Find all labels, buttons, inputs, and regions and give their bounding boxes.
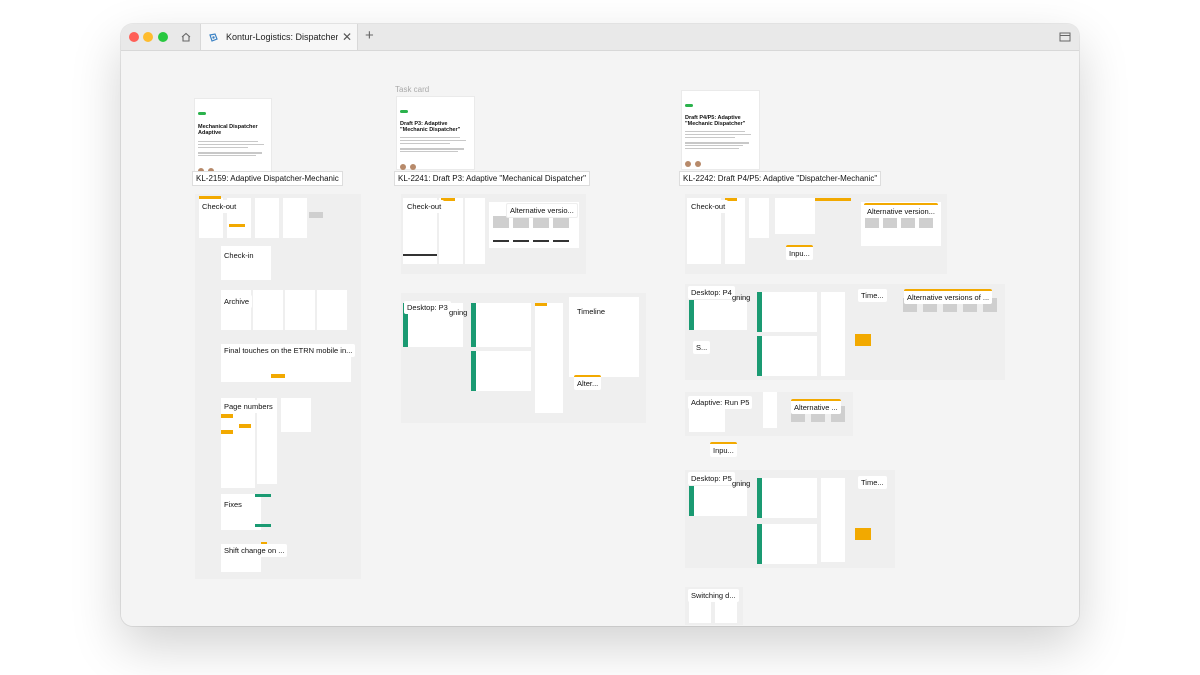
close-tab-icon[interactable]: ✕ xyxy=(342,30,352,44)
zoom-window-button[interactable] xyxy=(158,32,168,42)
section-label-adaptive-run-p5[interactable]: Adaptive: Run P5 xyxy=(688,396,753,409)
frame-label-kl-2242[interactable]: KL-2242: Draft P4/P5: Adaptive "Dispatch… xyxy=(679,171,882,186)
task-card-title: Mechanical Dispatcher Adaptive xyxy=(198,124,258,136)
section-label-final-touches[interactable]: Final touches on the ETRN mobile in... xyxy=(221,344,356,357)
browser-window: Kontur-Logistics: Dispatcher-mec ✕ + Tas… xyxy=(121,24,1079,626)
section-label-alternative[interactable]: Alternative ... xyxy=(791,399,841,414)
design-canvas[interactable]: Task card Mechanical Dispatcher Adaptive… xyxy=(121,51,1079,626)
task-card-2[interactable]: Draft P3: Adaptive "Mechanic Dispatcher" xyxy=(397,97,474,171)
task-card-title: Draft P3: Adaptive "Mechanic Dispatcher" xyxy=(400,121,461,133)
section-label-timeline[interactable]: Timeline xyxy=(574,305,609,318)
sidebar-toggle-icon[interactable] xyxy=(1059,30,1071,42)
tab-title: Kontur-Logistics: Dispatcher-mec xyxy=(226,32,338,42)
home-icon[interactable] xyxy=(175,27,197,47)
task-card-3[interactable]: Draft P4/P5: Adaptive "Mechanic Dispatch… xyxy=(682,91,759,169)
column-1-frame-group xyxy=(195,194,361,579)
section-label-input[interactable]: Inpu... xyxy=(786,245,813,260)
section-label-desktop-p4[interactable]: Desktop: P4 xyxy=(688,286,735,299)
section-label-timeline[interactable]: Time... xyxy=(858,476,887,489)
avatar xyxy=(695,161,702,168)
task-card-title: Draft P4/P5: Adaptive "Mechanic Dispatch… xyxy=(685,115,746,127)
new-tab-button[interactable]: + xyxy=(365,27,374,44)
section-label-alternatives[interactable]: Alter... xyxy=(574,375,602,390)
section-label-desktop-p3[interactable]: Desktop: P3 xyxy=(404,301,451,314)
section-label-alternative-version[interactable]: Alternative version... xyxy=(864,203,938,218)
title-bar: Kontur-Logistics: Dispatcher-mec ✕ + xyxy=(121,24,1079,51)
section-label-timeline[interactable]: Time... xyxy=(858,289,887,302)
close-window-button[interactable] xyxy=(129,32,139,42)
section-label-archive[interactable]: Archive xyxy=(221,295,253,308)
avatar xyxy=(685,161,691,168)
task-card-1[interactable]: Mechanical Dispatcher Adaptive xyxy=(195,99,271,175)
section-label-fixes[interactable]: Fixes xyxy=(221,498,245,511)
section-label-alternative-versions[interactable]: Alternative versio... xyxy=(506,203,578,218)
task-card-caption: Task card xyxy=(395,85,430,94)
avatar xyxy=(400,164,406,171)
frame-label-kl-2159[interactable]: KL-2159: Adaptive Dispatcher-Mechanic xyxy=(192,171,343,186)
figma-file-icon xyxy=(208,31,220,43)
section-label-partial: gning xyxy=(449,308,468,317)
section-label-s[interactable]: S... xyxy=(693,341,711,354)
section-label-input[interactable]: Inpu... xyxy=(710,442,737,457)
section-label-partial: gning xyxy=(732,293,751,302)
section-label-check-out[interactable]: Check-out xyxy=(404,200,445,213)
section-label-page-numbers[interactable]: Page numbers xyxy=(221,400,276,413)
minimize-window-button[interactable] xyxy=(143,32,153,42)
section-label-shift-change[interactable]: Shift change on ... xyxy=(221,544,288,557)
active-tab[interactable]: Kontur-Logistics: Dispatcher-mec ✕ xyxy=(200,24,358,50)
avatar xyxy=(410,164,417,171)
section-label-check-in[interactable]: Check-in xyxy=(221,249,257,262)
section-label-switching[interactable]: Switching d... xyxy=(688,589,739,602)
section-label-check-out[interactable]: Check-out xyxy=(688,200,729,213)
section-label-partial: gning xyxy=(732,479,751,488)
section-label-desktop-p5[interactable]: Desktop: P5 xyxy=(688,472,735,485)
frame-label-kl-2241[interactable]: KL-2241: Draft P3: Adaptive "Mechanical … xyxy=(394,171,590,186)
section-label-alternative-versions-of[interactable]: Alternative versions of ... xyxy=(904,289,993,304)
section-label-check-out[interactable]: Check-out xyxy=(199,200,240,213)
